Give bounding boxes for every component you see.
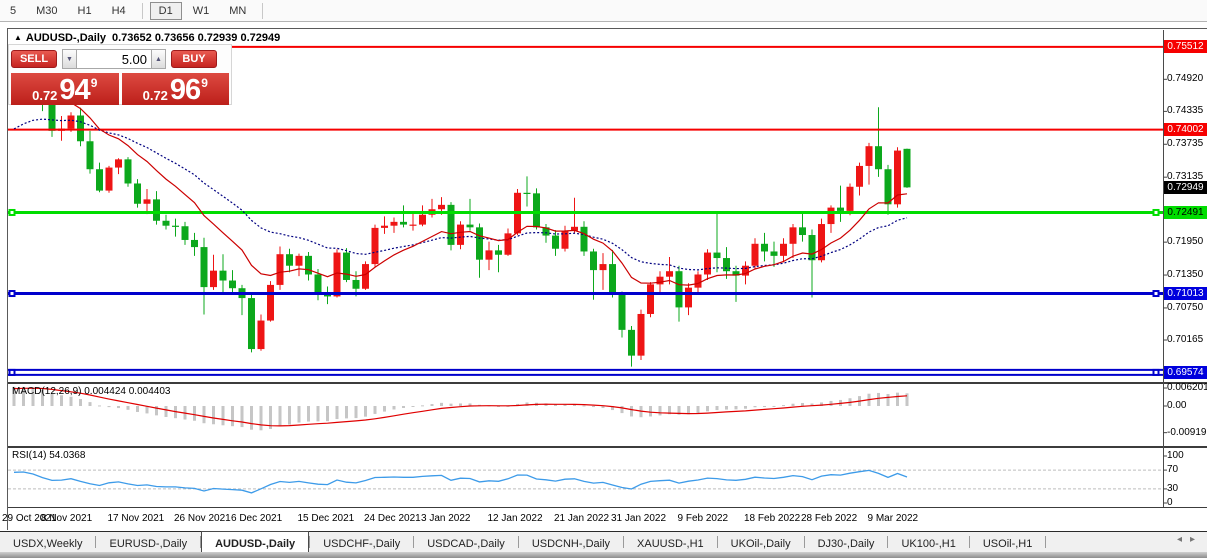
status-bar-strip xyxy=(0,552,1207,558)
price-badge: 0.72491 xyxy=(1164,206,1207,219)
date-axis-label: 26 Nov 2021 xyxy=(174,513,231,524)
chart-tab-usdchf[interactable]: USDCHF-,Daily xyxy=(310,532,413,552)
date-axis-label: 8 Nov 2021 xyxy=(41,513,92,524)
date-axis-label: 12 Jan 2022 xyxy=(488,513,543,524)
tab-separator xyxy=(1045,536,1046,548)
buy-button[interactable]: BUY xyxy=(171,50,217,68)
chart-tab-xauusd[interactable]: XAUUSD-,H1 xyxy=(624,532,717,552)
rsi-label: RSI(14) 54.0368 xyxy=(12,450,85,461)
rsi-axis-label: 100 xyxy=(1167,450,1184,461)
date-axis-label: 3 Jan 2022 xyxy=(421,513,471,524)
chart-title: ▲ AUDUSD-,Daily 0.73652 0.73656 0.72939 0.… xyxy=(14,32,280,44)
buy-price-tile[interactable]: 0.72 96 9 xyxy=(122,73,230,105)
price-tick-label: 0.74920 xyxy=(1167,73,1203,84)
chart-tab-uk100[interactable]: UK100-,H1 xyxy=(888,532,968,552)
triangle-up-icon: ▲ xyxy=(155,56,162,63)
triangle-down-icon: ▼ xyxy=(66,56,73,63)
date-axis-label: 6 Dec 2021 xyxy=(231,513,282,524)
price-tick-label: 0.70165 xyxy=(1167,334,1203,345)
price-badge: 0.72949 xyxy=(1164,181,1207,194)
rsi-axis-label: 30 xyxy=(1167,483,1178,494)
macd-axis-label: -0.00919 xyxy=(1167,427,1206,438)
chart-tab-usdx[interactable]: USDX,Weekly xyxy=(0,532,95,552)
price-badge: 0.74002 xyxy=(1164,123,1207,136)
volume-input[interactable] xyxy=(77,49,151,69)
chart-tab-ukoil[interactable]: UKOil-,Daily xyxy=(718,532,804,552)
date-axis-label: 17 Nov 2021 xyxy=(108,513,165,524)
rsi-axis-label: 70 xyxy=(1167,464,1178,475)
tab-scroll-arrows: ◂▸ xyxy=(1177,534,1203,545)
date-axis-label: 24 Dec 2021 xyxy=(364,513,421,524)
chart-tab-dj30[interactable]: DJ30-,Daily xyxy=(805,532,888,552)
volume-stepper: ▼ ▲ xyxy=(62,49,166,69)
ohlc-values: 0.73652 0.73656 0.72939 0.72949 xyxy=(112,32,280,44)
one-click-trade-panel: SELL ▼ ▲ BUY 0.72 94 9 0.72 96 9 xyxy=(8,44,232,105)
price-tick-label: 0.71350 xyxy=(1167,269,1203,280)
chart-tab-usdcad[interactable]: USDCAD-,Daily xyxy=(414,532,518,552)
rsi-level-lines xyxy=(8,470,1163,489)
date-axis-label: 9 Mar 2022 xyxy=(868,513,919,524)
buy-price-big: 96 xyxy=(170,77,200,103)
sell-price-big: 94 xyxy=(59,77,89,103)
date-axis-label: 18 Feb 2022 xyxy=(744,513,800,524)
symbol-label: AUDUSD-,Daily xyxy=(26,32,106,44)
macd-label: MACD(12,26,9) 0.004424 0.004403 xyxy=(12,386,170,397)
buy-price-pip: 9 xyxy=(201,76,208,90)
collapse-arrow-icon[interactable]: ▲ xyxy=(14,33,22,42)
price-tick-label: 0.70750 xyxy=(1167,302,1203,313)
chart-tab-audusd[interactable]: AUDUSD-,Daily xyxy=(201,531,309,552)
tab-scroll-left-icon[interactable]: ◂ xyxy=(1177,534,1190,545)
volume-decrease-button[interactable]: ▼ xyxy=(62,49,77,69)
price-badge: 0.69574 xyxy=(1164,366,1207,379)
tab-scroll-right-icon[interactable]: ▸ xyxy=(1190,534,1203,545)
sell-price-tile[interactable]: 0.72 94 9 xyxy=(11,73,119,105)
buy-price-base: 0.72 xyxy=(143,89,168,103)
rsi-axis-label: 0 xyxy=(1167,497,1173,508)
date-axis-label: 21 Jan 2022 xyxy=(554,513,609,524)
date-axis-label: 31 Jan 2022 xyxy=(611,513,666,524)
price-tick-label: 0.71950 xyxy=(1167,236,1203,247)
symbol-tab-bar: USDX,WeeklyEURUSD-,DailyAUDUSD-,DailyUSD… xyxy=(0,531,1207,552)
chart-tab-usdcnh[interactable]: USDCNH-,Daily xyxy=(519,532,623,552)
price-tick-label: 0.73735 xyxy=(1167,138,1203,149)
date-axis-label: 9 Feb 2022 xyxy=(678,513,729,524)
date-axis-label: 28 Feb 2022 xyxy=(801,513,857,524)
price-tick-label: 0.74335 xyxy=(1167,105,1203,116)
rsi-line xyxy=(14,470,907,493)
date-axis-label: 15 Dec 2021 xyxy=(298,513,355,524)
sell-price-pip: 9 xyxy=(91,76,98,90)
macd-axis-label: 0.00 xyxy=(1167,400,1186,411)
price-badge: 0.71013 xyxy=(1164,287,1207,300)
chart-tab-usoil[interactable]: USOil-,H1 xyxy=(970,532,1046,552)
chart-tab-eurusd[interactable]: EURUSD-,Daily xyxy=(96,532,200,552)
macd-axis-label: 0.006201 xyxy=(1167,382,1207,393)
volume-increase-button[interactable]: ▲ xyxy=(151,49,166,69)
trading-platform-window: 5M30H1H4D1W1MN ▲AUDUSD-,Daily0.73652 0.7… xyxy=(0,0,1207,558)
sell-price-base: 0.72 xyxy=(32,89,57,103)
price-badge: 0.75512 xyxy=(1164,40,1207,53)
sell-button[interactable]: SELL xyxy=(11,50,57,68)
